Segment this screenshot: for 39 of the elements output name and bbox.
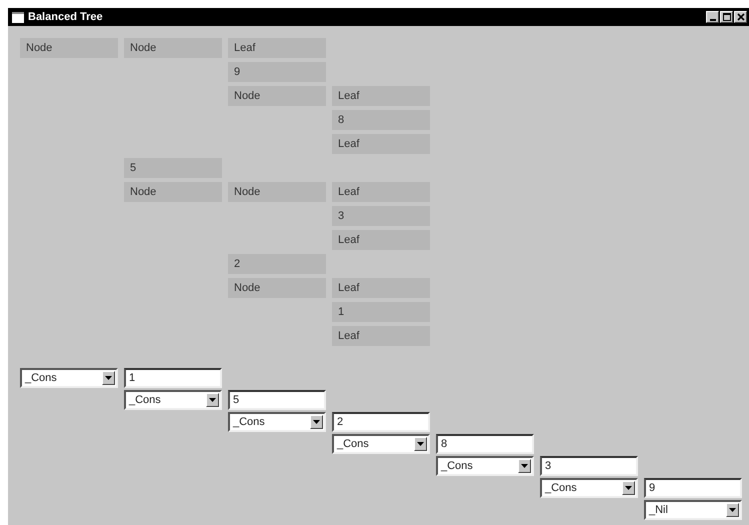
value-input[interactable]: 8 xyxy=(436,434,534,454)
close-icon xyxy=(736,13,744,21)
minimize-button[interactable] xyxy=(706,11,719,23)
node-label: Node xyxy=(124,38,222,58)
maximize-button[interactable] xyxy=(720,11,733,23)
close-button[interactable] xyxy=(734,11,747,23)
value-label: 8 xyxy=(332,110,430,130)
constructor-dropdown[interactable]: _Cons xyxy=(228,412,326,432)
value-input[interactable]: 2 xyxy=(332,412,430,432)
leaf-label: Leaf xyxy=(332,182,430,202)
constructor-dropdown[interactable]: _Cons xyxy=(124,390,222,410)
constructor-dropdown[interactable]: _Cons xyxy=(332,434,430,454)
value-label: 9 xyxy=(228,62,326,82)
value-input[interactable]: 9 xyxy=(644,478,742,498)
constructor-dropdown[interactable]: _Cons xyxy=(540,478,638,498)
node-label: Node xyxy=(124,182,222,202)
leaf-label: Leaf xyxy=(332,278,430,298)
value-input[interactable]: 5 xyxy=(228,390,326,410)
value-label: 3 xyxy=(332,206,430,226)
node-label: Node xyxy=(228,86,326,106)
value-label: 1 xyxy=(332,302,430,322)
value-label: 5 xyxy=(124,158,222,178)
node-label: Node xyxy=(20,38,118,58)
value-input[interactable]: 3 xyxy=(540,456,638,476)
window-icon xyxy=(12,12,24,22)
value-input[interactable]: 1 xyxy=(124,368,222,388)
leaf-label: Leaf xyxy=(228,38,326,58)
constructor-dropdown[interactable]: _Cons xyxy=(20,368,118,388)
maximize-icon xyxy=(722,13,730,21)
constructor-dropdown[interactable]: _Cons xyxy=(436,456,534,476)
constructor-dropdown[interactable]: _Nil xyxy=(644,500,742,520)
node-label: Node xyxy=(228,278,326,298)
leaf-label: Leaf xyxy=(332,326,430,346)
value-label: 2 xyxy=(228,254,326,274)
leaf-label: Leaf xyxy=(332,230,430,250)
window-title: Balanced Tree xyxy=(28,11,104,23)
node-label: Node xyxy=(228,182,326,202)
leaf-label: Leaf xyxy=(332,86,430,106)
leaf-label: Leaf xyxy=(332,134,430,154)
